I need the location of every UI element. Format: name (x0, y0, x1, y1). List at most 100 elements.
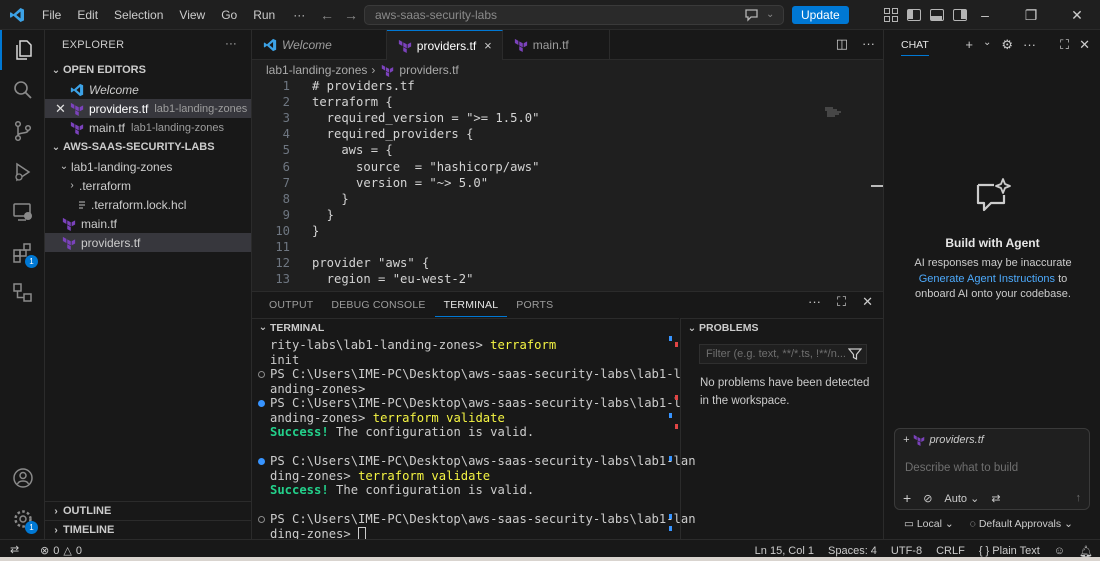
session-target-picker[interactable]: ▭ Local ⌄ (904, 518, 954, 530)
tab-output[interactable]: OUTPUT (260, 294, 322, 316)
end-of-line[interactable]: CRLF (929, 545, 972, 557)
back-arrow-icon[interactable]: ← (320, 7, 334, 23)
problems-view: ⌄ PROBLEMS Filter (e.g. text, **/*.ts, !… (680, 318, 883, 540)
terminal-section-header[interactable]: ⌄ TERMINAL (252, 318, 679, 336)
terminal-output[interactable]: rity-labs\lab1-landing-zones> terraform … (252, 336, 696, 541)
menu-file[interactable]: File (34, 0, 69, 30)
workspace-section[interactable]: ⌄ AWS-SAAS-SECURITY-LABS (45, 137, 251, 157)
folder-lab1-landing-zones[interactable]: ⌄ lab1-landing-zones (45, 157, 251, 176)
problems-section-header[interactable]: ⌄ PROBLEMS (681, 319, 883, 337)
breadcrumb-folder[interactable]: lab1-landing-zones (266, 63, 367, 77)
generate-instructions-link[interactable]: Generate Agent Instructions (919, 273, 1055, 285)
tab-label: providers.tf (416, 38, 477, 53)
breadcrumb-file[interactable]: providers.tf (399, 63, 458, 77)
manage-activity[interactable]: 1 (0, 499, 45, 539)
command-decoration-icon[interactable] (258, 516, 265, 523)
menu-selection[interactable]: Selection (106, 0, 171, 30)
command-decoration-icon[interactable] (258, 371, 265, 378)
command-decoration-icon[interactable] (258, 458, 265, 465)
mode-picker[interactable]: Auto ⌄ (944, 492, 979, 505)
notifications-bell-icon[interactable]: 🔔︎ (1072, 545, 1100, 558)
copilot-dropdown-chevron-icon[interactable]: ⌄ (766, 7, 774, 23)
update-button[interactable]: Update (792, 6, 849, 24)
toggle-primary-sidebar-icon[interactable] (907, 9, 921, 21)
gear-icon[interactable]: ⚙ (1001, 37, 1013, 53)
outline-section[interactable]: › OUTLINE (45, 501, 252, 520)
menu-edit[interactable]: Edit (69, 0, 106, 30)
tab-welcome[interactable]: Welcome (252, 30, 387, 60)
menu-more-button[interactable]: ··· (283, 8, 315, 22)
tab-debug-console[interactable]: DEBUG CONSOLE (322, 294, 434, 316)
configure-tools-icon[interactable]: ⇄ (991, 492, 1000, 505)
chat-title[interactable]: CHAT (901, 35, 929, 56)
open-editor-main[interactable]: main.tf lab1-landing-zones (45, 118, 251, 137)
editor-area: Welcome providers.tf × main.tf ◫ ··· lab… (252, 30, 883, 291)
filter-icon[interactable] (848, 347, 862, 361)
terminal-line: PS C:\Users\IME-PC\Desktop\aws-saas-secu… (270, 512, 696, 526)
menu-go[interactable]: Go (213, 0, 245, 30)
testing-activity[interactable] (0, 273, 45, 313)
tab-providers-tf[interactable]: providers.tf × (386, 30, 503, 60)
accounts-activity[interactable] (0, 458, 45, 498)
command-decoration-icon[interactable] (258, 400, 265, 407)
attach-icon[interactable]: + (903, 490, 911, 506)
timeline-section[interactable]: › TIMELINE (45, 520, 252, 539)
close-window-icon[interactable]: ✕ (1054, 7, 1100, 24)
source-control-activity[interactable] (0, 111, 45, 151)
approvals-picker[interactable]: ◌ Default Approvals ⌄ (970, 518, 1073, 530)
copilot-chat-icon[interactable] (744, 7, 760, 23)
tools-icon[interactable]: ⊘ (923, 492, 932, 505)
command-center-search[interactable]: aws-saas-security-labs (364, 5, 784, 25)
split-editor-icon[interactable]: ◫ (836, 36, 848, 52)
language-mode[interactable]: { } Plain Text (972, 545, 1047, 557)
minimap[interactable] (825, 106, 843, 117)
context-file-chip[interactable]: + providers.tf (903, 434, 984, 446)
panel-more-button[interactable]: ··· (808, 294, 821, 310)
remote-explorer-activity[interactable] (0, 192, 45, 232)
toggle-panel-icon[interactable] (930, 9, 944, 21)
more-actions-icon[interactable]: ··· (862, 36, 875, 52)
explorer-activity[interactable] (0, 30, 45, 70)
tab-ports[interactable]: PORTS (507, 294, 562, 316)
remote-indicator-icon[interactable]: ⇄ (10, 543, 19, 556)
menu-run[interactable]: Run (245, 0, 283, 30)
open-editor-welcome[interactable]: Welcome (45, 80, 251, 99)
close-icon[interactable]: ✕ (1079, 37, 1090, 53)
source-control-icon (14, 120, 31, 142)
copilot-status-icon[interactable]: ☺ (1047, 545, 1072, 557)
problems-status[interactable]: ⊗ 0 △ 0 (40, 544, 82, 558)
tab-close-button[interactable]: × (484, 38, 492, 53)
open-editor-providers[interactable]: ✕ providers.tf lab1-landing-zones (45, 99, 251, 118)
close-panel-icon[interactable]: ✕ (862, 294, 873, 310)
file-main-tf[interactable]: main.tf (45, 214, 251, 233)
menu-view[interactable]: View (171, 0, 213, 30)
more-actions-icon[interactable]: ··· (1023, 37, 1036, 53)
problems-filter-input[interactable]: Filter (e.g. text, **/*.ts, !**/n... (699, 344, 867, 364)
code-editor[interactable]: 1 # providers.tf 2 terraform {3 required_ve… (252, 78, 883, 287)
chat-input[interactable]: Describe what to build (905, 462, 1018, 474)
file-providers-tf[interactable]: providers.tf (45, 233, 251, 252)
open-editors-section[interactable]: ⌄ OPEN EDITORS (45, 60, 251, 80)
chevron-down-icon[interactable]: ⌄ (983, 37, 991, 53)
extensions-activity[interactable]: 1 (0, 233, 45, 273)
explorer-more-button[interactable]: ··· (225, 38, 237, 50)
encoding[interactable]: UTF-8 (884, 545, 929, 557)
add-context-icon[interactable]: + (903, 434, 909, 446)
tab-terminal[interactable]: TERMINAL (434, 294, 508, 317)
close-icon[interactable]: ✕ (55, 101, 69, 117)
tab-main-tf[interactable]: main.tf (503, 30, 610, 60)
restore-icon[interactable]: ❐ (1008, 7, 1054, 24)
forward-arrow-icon[interactable]: → (344, 7, 358, 23)
cursor-position[interactable]: Ln 15, Col 1 (748, 545, 821, 557)
file-terraform-lock[interactable]: .terraform.lock.hcl (45, 195, 251, 214)
new-chat-icon[interactable]: + (965, 37, 973, 53)
send-icon[interactable]: ↑ (1076, 492, 1082, 504)
run-debug-activity[interactable] (0, 152, 45, 192)
maximize-icon[interactable]: ⛶ (1060, 37, 1069, 53)
minimize-icon[interactable]: – (962, 7, 1008, 23)
maximize-panel-icon[interactable]: ⛶ (837, 294, 846, 310)
indentation[interactable]: Spaces: 4 (821, 545, 884, 557)
folder-terraform[interactable]: › .terraform (45, 176, 251, 195)
customize-layout-icon[interactable] (884, 8, 898, 22)
search-activity[interactable] (0, 70, 45, 110)
